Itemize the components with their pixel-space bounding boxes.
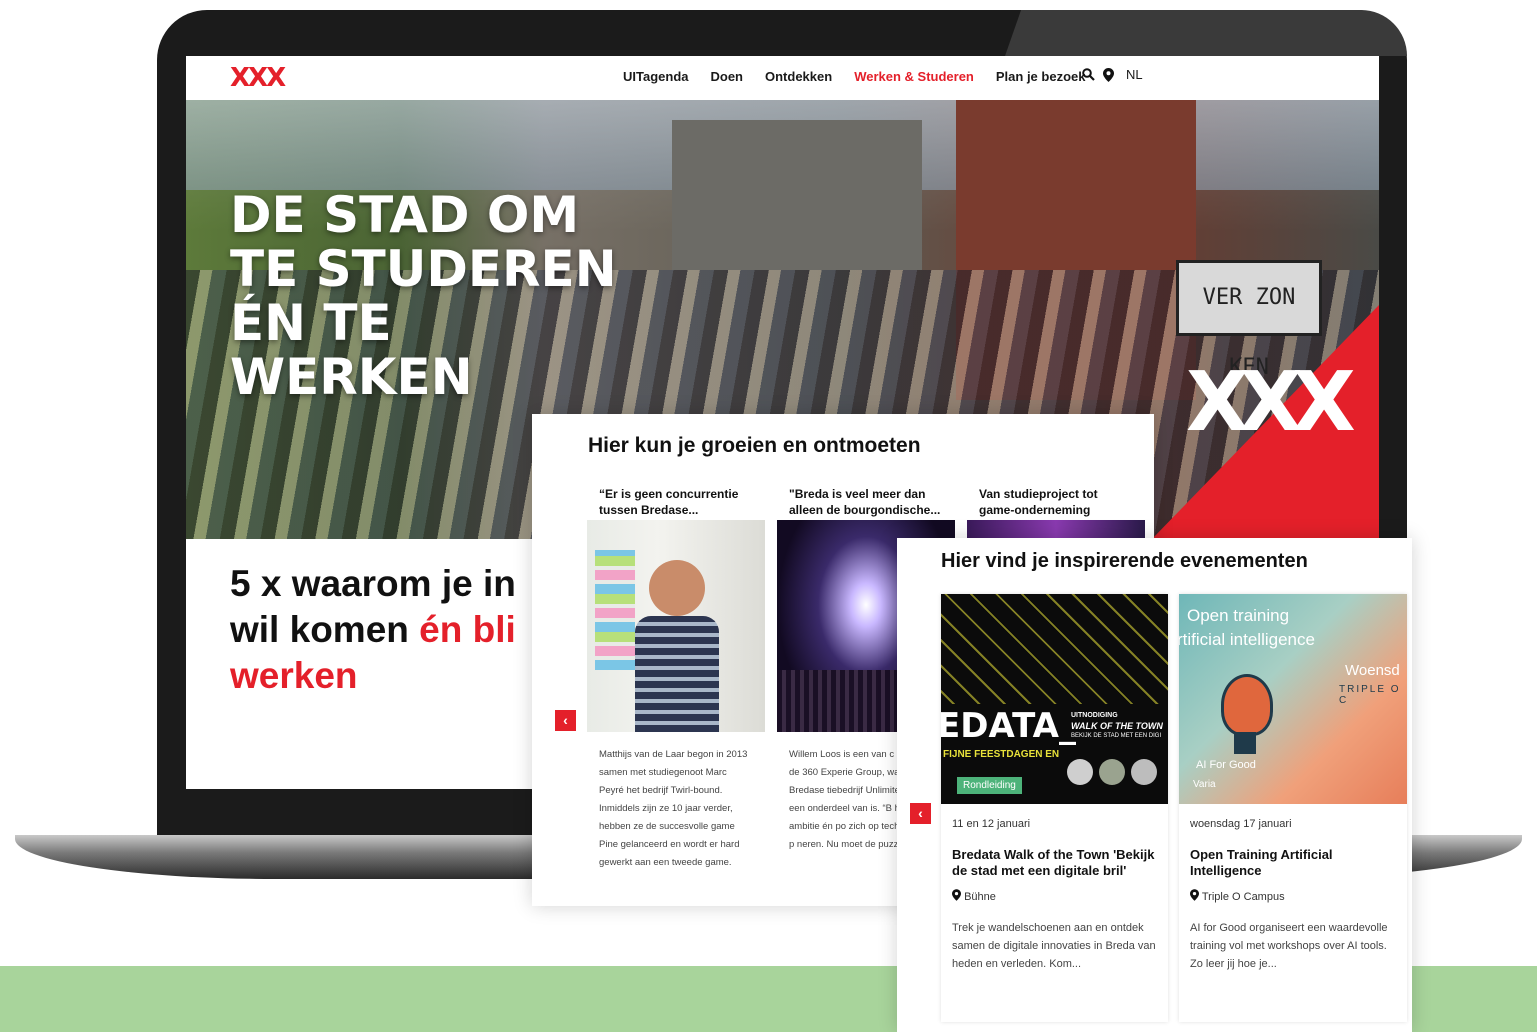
subtitle-line-2-red: én bli (419, 609, 516, 650)
event-card[interactable]: EDATA_ UITNODIGING WALK OF THE TOWN BEKI… (941, 594, 1168, 1022)
event-tag: Varia (1193, 779, 1216, 790)
event-image-title: EDATA_ (941, 706, 1076, 746)
carousel-prev-button[interactable]: ‹ (555, 710, 576, 731)
event-description: Trek je wandelschoenen aan en ontdek sam… (952, 922, 1156, 970)
event-card[interactable]: Open training rtificial intelligence Woe… (1179, 594, 1407, 1022)
language-selector[interactable]: NL (1126, 67, 1143, 82)
story-card-title[interactable]: Van studieproject tot game-onderneming (967, 480, 1145, 520)
event-location: Bühne (941, 879, 1168, 903)
event-date: woensdag 17 januari (1190, 818, 1292, 830)
event-image-label: WALK OF THE TOWN (1071, 721, 1163, 731)
event-image-title: Open training (1187, 606, 1290, 625)
hero-building (672, 120, 922, 270)
events-panel-heading: Hier vind je inspirerende evenementen (941, 550, 1308, 572)
event-image-subtitle: FIJNE FEESTDAGEN EN (943, 749, 1060, 760)
event-tag: Rondleiding (957, 777, 1022, 794)
story-card-text: Matthijs van de Laar begon in 2013 samen… (599, 749, 748, 868)
event-card-image[interactable]: Open training rtificial intelligence Woe… (1179, 594, 1407, 804)
nav-item-werken-studeren[interactable]: Werken & Studeren (854, 69, 974, 84)
story-card-image[interactable] (587, 520, 765, 732)
event-image-label: BEKIJK DE STAD MET EEN DIGI (1071, 733, 1162, 739)
event-location: Triple O Campus (1179, 879, 1407, 903)
event-date: 11 en 12 januari (952, 818, 1031, 830)
story-card[interactable]: Van studieproject tot game-onderneming (967, 480, 1145, 540)
subtitle-line-1: 5 x waarom je in (230, 563, 516, 604)
hero-banner: VER ZON KEN (1176, 260, 1322, 380)
page-subtitle: 5 x waarom je in wil komen én bli werken (230, 561, 560, 699)
search-icon[interactable] (1082, 68, 1095, 81)
nav-item-ontdekken[interactable]: Ontdekken (765, 69, 832, 84)
event-description: AI for Good organiseert een waardevolle … (1190, 922, 1388, 970)
event-image-subtitle: rtificial intelligence (1179, 630, 1315, 649)
nav-item-uitagenda[interactable]: UITagenda (623, 69, 689, 84)
nav-item-doen[interactable]: Doen (711, 69, 744, 84)
location-pin-icon (1190, 889, 1199, 901)
growth-panel-heading: Hier kun je groeien en ontmoeten (588, 434, 921, 457)
story-card-title[interactable]: "Breda is veel meer dan alleen de bourgo… (777, 480, 955, 520)
event-location-text: Bühne (964, 891, 996, 903)
subtitle-line-3-red: werken (230, 655, 358, 696)
nav-menu: UITagenda Doen Ontdekken Werken & Studer… (623, 69, 1085, 84)
event-image-label: TRIPLE O C (1339, 684, 1401, 706)
brand-logo[interactable]: XXX (230, 63, 286, 93)
top-nav: XXX UITagenda Doen Ontdekken Werken & St… (186, 56, 1379, 100)
laptop-sheen (1005, 10, 1407, 56)
events-panel: Hier vind je inspirerende evenementen ED… (897, 538, 1412, 1032)
event-title[interactable]: Bredata Walk of the Town 'Bekijk de stad… (941, 830, 1168, 879)
location-pin-icon[interactable] (1103, 67, 1114, 82)
story-card[interactable]: “Er is geen concurrentie tussen Bredase.… (587, 480, 765, 900)
event-title[interactable]: Open Training Artificial Intelligence (1179, 830, 1407, 879)
event-location-text: Triple O Campus (1201, 891, 1285, 903)
hero-xxx-logo: XXX (1186, 355, 1356, 450)
story-card-image[interactable] (967, 520, 1145, 540)
subtitle-line-2: wil komen (230, 609, 420, 650)
event-image-label: UITNODIGING (1071, 712, 1118, 719)
story-card-title[interactable]: “Er is geen concurrentie tussen Bredase.… (587, 480, 765, 520)
location-pin-icon (952, 889, 961, 901)
nav-item-plan-je-bezoek[interactable]: Plan je bezoek (996, 69, 1086, 84)
nav-icons: NL (1082, 67, 1143, 82)
event-image-label: AI For Good (1196, 759, 1256, 771)
event-image-label: Woensd (1345, 662, 1400, 679)
events-prev-button[interactable]: ‹ (910, 803, 931, 824)
hero-title: DE STAD OM TE STUDEREN ÉN TE WERKEN (230, 186, 617, 406)
event-card-image[interactable]: EDATA_ UITNODIGING WALK OF THE TOWN BEKI… (941, 594, 1168, 804)
